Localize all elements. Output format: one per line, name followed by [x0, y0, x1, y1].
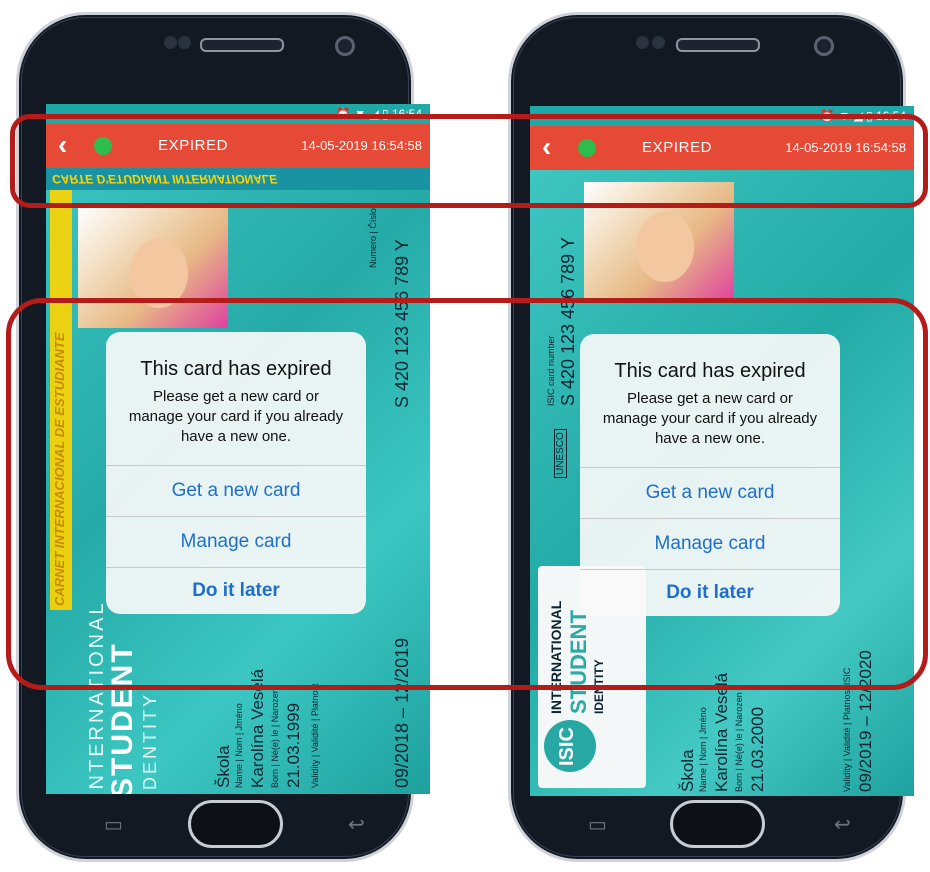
- home-button[interactable]: [188, 800, 283, 848]
- card-number-label: Numero | Číslo: [368, 208, 378, 268]
- birth-date: 21.03.2000: [748, 706, 767, 792]
- name-label: Name | Nom | Jméno: [234, 703, 244, 788]
- speaker-grille: [200, 38, 284, 52]
- sensor-icon: [178, 36, 191, 49]
- back-nav-icon[interactable]: ↩: [348, 812, 365, 837]
- camera-icon: [335, 36, 355, 56]
- back-nav-icon[interactable]: ↩: [834, 812, 851, 837]
- validity-label: Validity | Validité | Platnost: [310, 683, 320, 788]
- dialog-highlight-box: [6, 298, 928, 690]
- school-name: Škola: [678, 749, 697, 792]
- sensor-icon: [636, 36, 649, 49]
- home-button[interactable]: [670, 800, 765, 848]
- holder-name: Karolína Veselá: [712, 672, 731, 792]
- camera-icon: [814, 36, 834, 56]
- brand-line-3: IDENTITY: [140, 691, 160, 794]
- isic-logo: ISIC: [556, 727, 578, 766]
- born-label: Born | Né(e) le | Narozen: [734, 692, 744, 792]
- recent-apps-icon[interactable]: ▭: [588, 812, 607, 837]
- recent-apps-icon[interactable]: ▭: [104, 812, 123, 837]
- sensor-icon: [652, 36, 665, 49]
- header-highlight-box: [10, 114, 928, 208]
- name-label: Name | Nom | Jméno: [698, 707, 708, 792]
- born-label: Born | Né(e) le | Narozen: [270, 688, 280, 788]
- birth-date: 21.03.1999: [284, 702, 303, 788]
- sensor-icon: [164, 36, 177, 49]
- school-name: Škola: [214, 745, 233, 788]
- speaker-grille: [676, 38, 760, 52]
